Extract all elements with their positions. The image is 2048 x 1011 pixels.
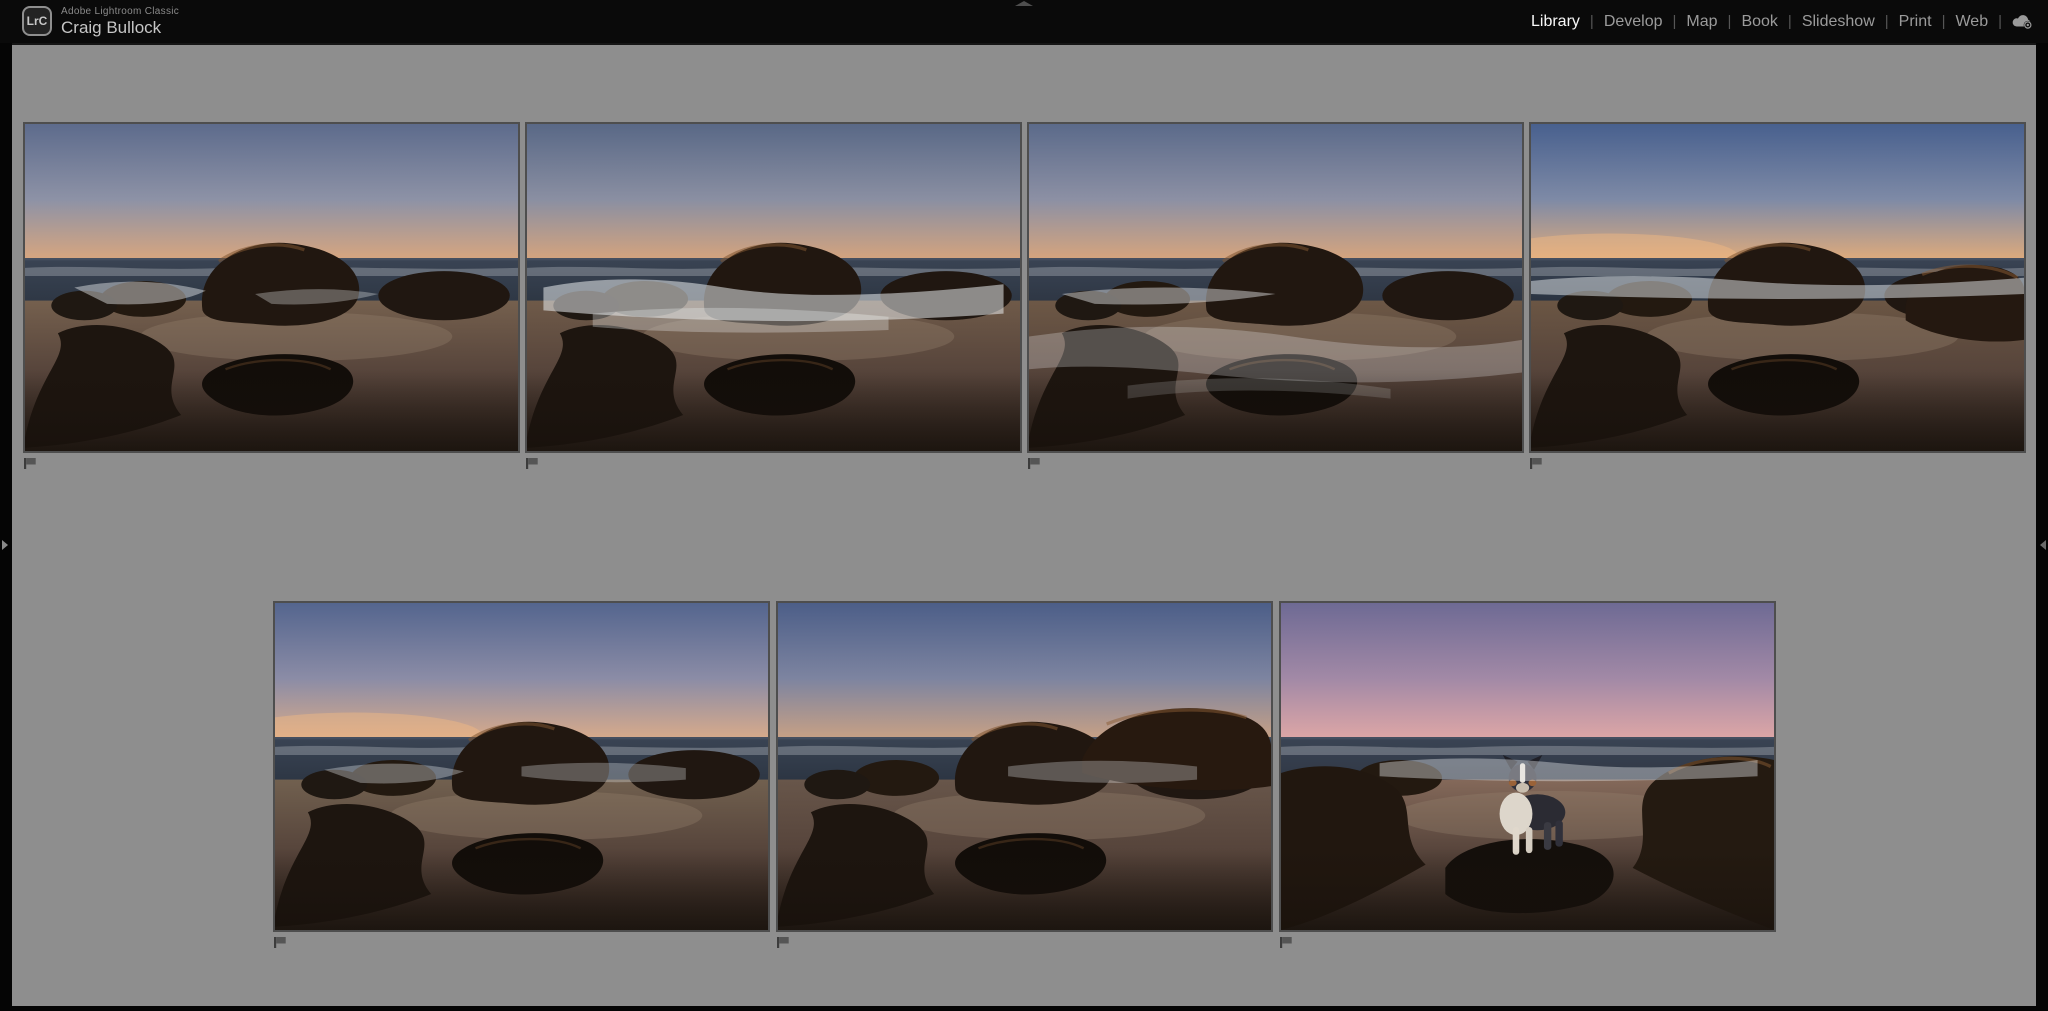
- photo-3[interactable]: [1026, 122, 1524, 469]
- module-tab-map[interactable]: Map: [1676, 13, 1727, 31]
- photo-image-6: [775, 601, 1273, 932]
- photo-image-4: [1528, 122, 2026, 453]
- module-tab-book[interactable]: Book: [1731, 13, 1787, 31]
- top-panel-toggle-icon[interactable]: [1015, 1, 1033, 6]
- survey-view-workspace: [12, 43, 2036, 1006]
- identity-name: Craig Bullock: [61, 18, 162, 37]
- photo-6[interactable]: [775, 601, 1273, 948]
- photo-1[interactable]: [22, 122, 520, 469]
- module-tab-library[interactable]: Library: [1521, 13, 1590, 31]
- lightroom-window: { "titlebar": { "logo": "LrC", "app_name…: [0, 0, 2048, 1011]
- photo-2[interactable]: [524, 122, 1022, 469]
- module-tab-slideshow[interactable]: Slideshow: [1792, 13, 1885, 31]
- identity-plate: Adobe Lightroom Classic Craig Bullock: [61, 6, 179, 38]
- right-panel-toggle-icon[interactable]: [2040, 540, 2046, 550]
- module-tab-print[interactable]: Print: [1889, 13, 1942, 31]
- photo-image-7: [1278, 601, 1776, 932]
- left-panel-toggle-icon[interactable]: [2, 540, 8, 550]
- photo-image-3: [1026, 122, 1524, 453]
- photo-5[interactable]: [272, 601, 770, 948]
- lightroom-logo-icon: LrC: [22, 6, 52, 36]
- module-tab-web[interactable]: Web: [1945, 13, 1998, 31]
- photo-7[interactable]: [1278, 601, 1776, 948]
- photo-4[interactable]: [1528, 122, 2026, 469]
- module-tab-develop[interactable]: Develop: [1594, 13, 1673, 31]
- photo-image-5: [272, 601, 770, 932]
- flag-badge[interactable]: [23, 457, 38, 470]
- cloud-sync-icon[interactable]: [2010, 13, 2034, 30]
- app-name: Adobe Lightroom Classic: [61, 6, 180, 17]
- module-separator: |: [1998, 13, 2002, 30]
- titlebar: LrC Adobe Lightroom Classic Craig Bulloc…: [0, 0, 2048, 43]
- flag-badge[interactable]: [525, 457, 540, 470]
- flag-badge[interactable]: [1529, 457, 1544, 470]
- survey-row-1: [12, 122, 2036, 469]
- flag-badge[interactable]: [1027, 457, 1042, 470]
- photo-image-1: [22, 122, 520, 453]
- flag-badge[interactable]: [273, 936, 288, 949]
- photo-image-2: [524, 122, 1022, 453]
- module-picker: Library | Develop | Map | Book | Slideshow | Print…: [1521, 0, 2040, 43]
- flag-badge[interactable]: [776, 936, 791, 949]
- survey-row-2: [12, 601, 2036, 948]
- flag-badge[interactable]: [1279, 936, 1294, 949]
